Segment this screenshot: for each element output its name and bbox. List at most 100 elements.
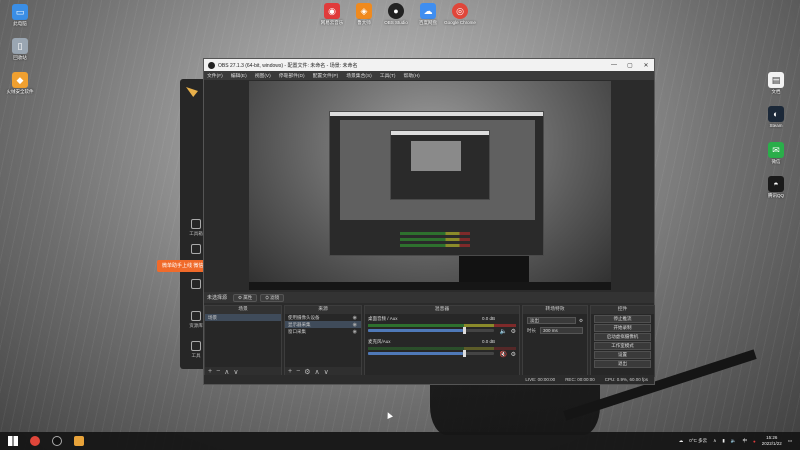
trash-icon: ▯ bbox=[12, 38, 28, 54]
remove-scene-button[interactable]: − bbox=[216, 368, 220, 375]
source-item[interactable]: 窗口采集 ◉ bbox=[285, 328, 361, 335]
source-item[interactable]: 使用摄像头设备 ◉ bbox=[285, 314, 361, 321]
visibility-icon[interactable]: ◉ bbox=[353, 315, 357, 321]
taskbar-chrome[interactable] bbox=[26, 432, 44, 450]
virtual-camera-button[interactable]: 启动虚拟摄像机 bbox=[594, 333, 651, 341]
tool-icon bbox=[191, 279, 201, 289]
preview-canvas[interactable] bbox=[249, 81, 611, 290]
menu-help[interactable]: 帮助(H) bbox=[404, 72, 420, 79]
scene-item[interactable]: 场景 bbox=[205, 314, 281, 321]
source-item[interactable]: 显示器采集 ◉ bbox=[285, 321, 361, 328]
speaker-muted-icon[interactable]: 🔇 bbox=[500, 351, 507, 358]
no-source-label: 未选择源 bbox=[207, 295, 228, 301]
gear-icon[interactable]: ⚙ bbox=[511, 351, 516, 358]
start-recording-button[interactable]: 开始录制 bbox=[594, 324, 651, 332]
transition-duration-row: 时长 300 ms bbox=[523, 324, 587, 334]
desktop-icon-huorong[interactable]: ◆ 火绒安全软件 bbox=[0, 72, 40, 95]
benchmark-icon: ◈ bbox=[356, 3, 372, 19]
obs-window[interactable]: OBS 27.1.3 (64-bit, windows) - 配置文件: 未命名… bbox=[203, 58, 655, 385]
level-meter bbox=[368, 324, 516, 327]
mouse-cursor bbox=[385, 411, 393, 419]
transition-type-select[interactable]: 淡出 bbox=[527, 317, 576, 324]
system-tray: ☁ 0°C 多云 ∧ ▮ 🔈 中 ● 15:26 2022/1/22 ▭ bbox=[679, 432, 792, 450]
ime-indicator[interactable]: 中 bbox=[742, 438, 747, 444]
menu-edit[interactable]: 编辑(E) bbox=[231, 72, 247, 79]
windows-icon bbox=[8, 436, 18, 446]
level-meter bbox=[368, 347, 516, 350]
cloud-icon: ☁ bbox=[420, 3, 436, 19]
studio-mode-button[interactable]: 工作室模式 bbox=[594, 342, 651, 350]
properties-button[interactable]: ⚙ 属性 bbox=[233, 293, 258, 302]
visibility-icon[interactable]: ◉ bbox=[353, 322, 357, 328]
obs-titlebar[interactable]: OBS 27.1.3 (64-bit, windows) - 配置文件: 未命名… bbox=[204, 59, 654, 71]
close-button[interactable]: ✕ bbox=[638, 62, 654, 69]
tip-banner[interactable]: 微单助手上线 微信 bbox=[157, 260, 209, 272]
sources-dock: 来源 使用摄像头设备 ◉ 显示器采集 ◉ 窗口采集 ◉ + − ⚙ ∧ ∨ bbox=[284, 305, 362, 377]
controls-dock-title: 控件 bbox=[591, 306, 654, 314]
add-source-button[interactable]: + bbox=[288, 368, 292, 375]
desktop-icon-wechat[interactable]: ✉ 微信 bbox=[756, 142, 796, 165]
menu-profile[interactable]: 配置文件(P) bbox=[313, 72, 339, 79]
nested-obs-window-2 bbox=[390, 130, 490, 200]
remove-source-button[interactable]: − bbox=[296, 368, 300, 375]
volume-slider[interactable] bbox=[368, 350, 494, 357]
taskbar-app[interactable] bbox=[70, 432, 88, 450]
transitions-dock-title: 转场特效 bbox=[523, 306, 587, 314]
chevron-up-icon[interactable]: ∧ bbox=[713, 438, 716, 444]
gear-icon[interactable]: ⚙ bbox=[511, 328, 516, 335]
menubar: 文件(F) 编辑(E) 视图(V) 停靠部件(D) 配置文件(P) 场景集合(S… bbox=[204, 71, 654, 80]
desktop-icon-qq[interactable]: ◓ 腾讯QQ bbox=[756, 176, 796, 199]
exit-button[interactable]: 退出 bbox=[594, 360, 651, 368]
audio-mixer-dock: 混音器 桌面音频 / Aux 0.0 dB 🔈 ⚙ 麦克风/Aux 0.0 dB… bbox=[364, 305, 520, 377]
speaker-icon[interactable]: 🔈 bbox=[500, 328, 507, 335]
tools-icon bbox=[191, 341, 201, 351]
desktop-icon-documents[interactable]: ▤ 文档 bbox=[756, 72, 796, 95]
settings-button[interactable]: 设置 bbox=[594, 351, 651, 359]
qq-icon: ◓ bbox=[768, 176, 784, 192]
minimize-button[interactable]: — bbox=[606, 62, 622, 68]
maximize-button[interactable]: ▢ bbox=[622, 62, 638, 69]
menu-view[interactable]: 视图(V) bbox=[255, 72, 271, 79]
taskbar-obs[interactable] bbox=[48, 432, 66, 450]
obs-logo-icon bbox=[208, 61, 215, 69]
weather-text[interactable]: 0°C 多云 bbox=[689, 438, 707, 444]
taskbar: ☁ 0°C 多云 ∧ ▮ 🔈 中 ● 15:26 2022/1/22 ▭ bbox=[0, 432, 800, 450]
menu-scene-collection[interactable]: 场景集合(S) bbox=[346, 72, 372, 79]
chrome-icon bbox=[30, 436, 40, 446]
duration-input[interactable]: 300 ms bbox=[540, 327, 583, 334]
network-icon[interactable]: ▮ bbox=[722, 438, 724, 444]
transitions-dock: 转场特效 淡出 ⚙ 时长 300 ms bbox=[522, 305, 588, 377]
menu-file[interactable]: 文件(F) bbox=[207, 72, 223, 79]
tool-icon bbox=[191, 244, 201, 254]
visibility-icon[interactable]: ◉ bbox=[353, 329, 357, 335]
notification-icon[interactable]: ▭ bbox=[788, 438, 792, 444]
desktop-icon-this-pc[interactable]: ▭ 此电脑 bbox=[0, 4, 40, 27]
mixer-dock-title: 混音器 bbox=[365, 306, 519, 314]
mixer-channel: 麦克风/Aux 0.0 dB 🔇 ⚙ bbox=[368, 339, 516, 358]
desktop-icon-steam[interactable]: ◐ Steam bbox=[756, 106, 796, 129]
scenes-dock-title: 场景 bbox=[205, 306, 281, 314]
volume-icon[interactable]: 🔈 bbox=[731, 438, 737, 444]
nested-obs-window bbox=[329, 111, 544, 256]
start-button[interactable] bbox=[4, 432, 22, 450]
rec-timer: REC: 00:00:00 bbox=[565, 377, 595, 382]
menu-tools[interactable]: 工具(T) bbox=[380, 72, 396, 79]
desktop-icon-chrome[interactable]: ◎ Google Chrome bbox=[440, 3, 480, 26]
volume-slider[interactable] bbox=[368, 327, 494, 334]
transition-type-row: 淡出 ⚙ bbox=[523, 314, 587, 324]
window-title: OBS 27.1.3 (64-bit, windows) - 配置文件: 未命名… bbox=[218, 62, 358, 69]
toolbox-icon bbox=[191, 219, 201, 229]
security-icon[interactable]: ● bbox=[753, 439, 756, 444]
obs-icon: ● bbox=[388, 3, 404, 19]
weather-icon[interactable]: ☁ bbox=[679, 438, 684, 444]
music-icon: ◉ bbox=[324, 3, 340, 19]
add-scene-button[interactable]: + bbox=[208, 368, 212, 375]
desktop-icon-recycle-bin[interactable]: ▯ 回收站 bbox=[0, 38, 40, 61]
clock[interactable]: 15:26 2022/1/22 bbox=[762, 435, 782, 447]
shield-icon: ◆ bbox=[12, 72, 28, 88]
status-bar: LIVE: 00:00:00 REC: 00:00:00 CPU: 0.9%, … bbox=[204, 375, 654, 384]
menu-docks[interactable]: 停靠部件(D) bbox=[279, 72, 305, 79]
gear-icon[interactable]: ⚙ bbox=[579, 318, 583, 324]
stop-streaming-button[interactable]: 停止推流 bbox=[594, 315, 651, 323]
filters-button[interactable]: ⛭ 滤镜 bbox=[260, 293, 285, 302]
